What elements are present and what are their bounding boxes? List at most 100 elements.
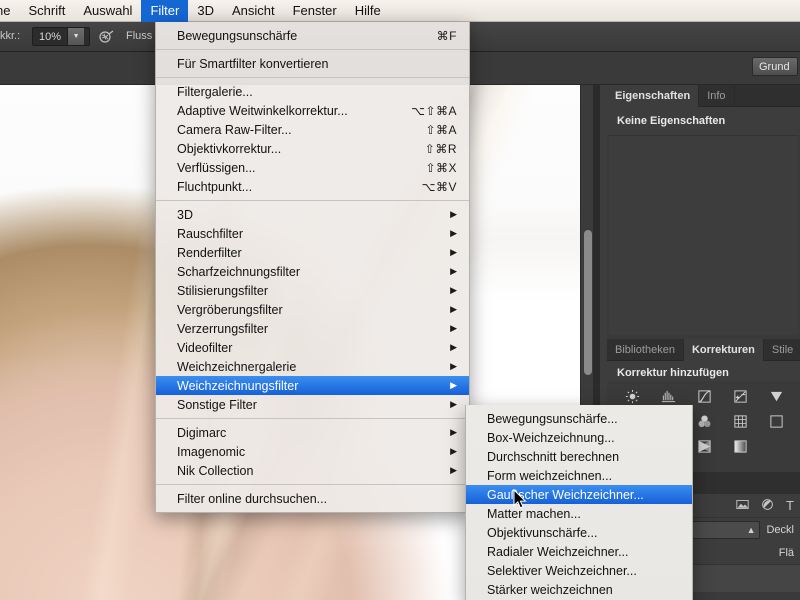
vibrance-icon[interactable]: [760, 387, 792, 406]
filter-menu-item[interactable]: Verflüssigen... ⇧⌘X: [156, 158, 469, 177]
tab-stile[interactable]: Stile: [764, 339, 800, 361]
filter-menu-item[interactable]: Scharfzeichnungsfilter ▶: [156, 262, 469, 281]
filter-menu-item-label: Imagenomic: [177, 444, 246, 459]
blur-submenu-item-label: Durchschnitt berechnen: [487, 449, 620, 464]
filter-menu-item[interactable]: Fluchtpunkt... ⌥⌘V: [156, 177, 469, 196]
filter-menu-item-label: Camera Raw-Filter...: [177, 122, 292, 137]
blur-submenu-item[interactable]: Selektiver Weichzeichner...: [466, 561, 692, 580]
filter-menu-item-label: Nik Collection: [177, 463, 254, 478]
filter-menu-item-label: Rauschfilter: [177, 226, 243, 241]
blur-submenu-item-label: Selektiver Weichzeichner...: [487, 563, 637, 578]
exposure-icon[interactable]: [724, 387, 756, 406]
tab-info[interactable]: Info: [699, 85, 735, 107]
filter-menu-item[interactable]: Verzerrungsfilter ▶: [156, 319, 469, 338]
menu-separator: [156, 77, 469, 78]
tab-bibliotheken[interactable]: Bibliotheken: [607, 339, 684, 361]
filter-menu-item-label: Scharfzeichnungsfilter: [177, 264, 300, 279]
posterize-icon[interactable]: [689, 437, 721, 456]
filter-menu-item[interactable]: Bewegungsunschärfe ⌘F: [156, 26, 469, 45]
blur-submenu-item[interactable]: Objektivunschärfe...: [466, 523, 692, 542]
filter-menu-item[interactable]: Imagenomic ▶: [156, 442, 469, 461]
filter-menu-item[interactable]: Adaptive Weitwinkelkorrektur... ⌥⇧⌘A: [156, 101, 469, 120]
menubar-item-fenster[interactable]: Fenster: [284, 0, 346, 22]
blur-submenu-item[interactable]: Durchschnitt berechnen: [466, 447, 692, 466]
blur-submenu-item[interactable]: Bewegungsunschärfe...: [466, 409, 692, 428]
blur-submenu-item-label: Form weichzeichnen...: [487, 468, 613, 483]
adjustments-heading: Korrektur hinzufügen: [617, 367, 729, 379]
flow-label: Fluss: [126, 30, 153, 42]
filter-menu-item[interactable]: Filtergalerie...: [156, 82, 469, 101]
blur-submenu-item[interactable]: Matter machen...: [466, 504, 692, 523]
submenu-arrow-icon: ▶: [450, 380, 457, 390]
menu-separator: [156, 418, 469, 419]
blur-submenu[interactable]: Bewegungsunschärfe... Box-Weichzeichnung.…: [465, 405, 693, 600]
menubar-item-schrift[interactable]: Schrift: [19, 0, 74, 22]
workspace-button[interactable]: Grund: [752, 57, 798, 76]
fill-label: Flä: [778, 547, 794, 559]
opacity-field[interactable]: 10% ▼: [32, 27, 90, 46]
filter-menu-item[interactable]: Renderfilter ▶: [156, 243, 469, 262]
filter-menu-item-label: Sonstige Filter: [177, 397, 257, 412]
brightness-contrast-icon[interactable]: [617, 387, 649, 406]
image-filter-icon[interactable]: [736, 498, 749, 514]
filter-menu-item[interactable]: Für Smartfilter konvertieren: [156, 54, 469, 73]
channel-mixer-icon[interactable]: [760, 412, 792, 431]
filter-menu-item-label: Vergröberungsfilter: [177, 302, 283, 317]
type-filter-icon[interactable]: T: [786, 498, 794, 513]
filter-menu-item[interactable]: Digimarc ▶: [156, 423, 469, 442]
menubar-item-hilfe[interactable]: Hilfe: [346, 0, 390, 22]
menu-item-shortcut: ⌘F: [436, 28, 457, 43]
opacity-value: 10%: [39, 30, 62, 43]
submenu-arrow-icon: ▶: [450, 427, 457, 437]
tab-eigenschaften[interactable]: Eigenschaften: [607, 85, 700, 107]
properties-panel-blank-area: [609, 135, 798, 335]
menubar-item-ne[interactable]: ne: [0, 0, 19, 22]
submenu-arrow-icon: ▶: [450, 342, 457, 352]
adjustments-panel-heading-wrap: Korrektur hinzufügen: [607, 361, 800, 381]
levels-icon[interactable]: [653, 387, 685, 406]
menu-item-shortcut: ⌥⌘V: [421, 179, 457, 194]
blur-submenu-item[interactable]: Gaußscher Weichzeichner...: [466, 485, 692, 504]
filter-menu-item[interactable]: Sonstige Filter ▶: [156, 395, 469, 414]
airbrush-icon[interactable]: [96, 27, 116, 47]
filter-menu-item[interactable]: Filter online durchsuchen...: [156, 489, 469, 508]
blur-submenu-item-label: Bewegungsunschärfe...: [487, 411, 618, 426]
blur-submenu-item[interactable]: Box-Weichzeichnung...: [466, 428, 692, 447]
submenu-arrow-icon: ▶: [450, 266, 457, 276]
filter-dropdown-menu[interactable]: Bewegungsunschärfe ⌘F Für Smartfilter konv…: [155, 22, 470, 513]
blur-submenu-item[interactable]: Form weichzeichnen...: [466, 466, 692, 485]
filter-menu-item[interactable]: Videofilter ▶: [156, 338, 469, 357]
gradient-map-icon[interactable]: [760, 437, 792, 456]
adjustment-filter-icon[interactable]: [761, 498, 774, 514]
menubar-item-ansicht[interactable]: Ansicht: [223, 0, 284, 22]
submenu-arrow-icon: ▶: [450, 247, 457, 257]
filter-menu-item[interactable]: Weichzeichnungsfilter ▶: [156, 376, 469, 395]
threshold-icon[interactable]: [724, 437, 756, 456]
blur-submenu-item-label: Radialer Weichzeichner...: [487, 544, 629, 559]
filter-menu-item[interactable]: Camera Raw-Filter... ⇧⌘A: [156, 120, 469, 139]
tab-korrekturen[interactable]: Korrekturen: [683, 339, 764, 361]
chevron-down-icon[interactable]: ▼: [67, 28, 85, 45]
menubar-item-auswahl[interactable]: Auswahl: [74, 0, 141, 22]
filter-menu-item[interactable]: Objektivkorrektur... ⇧⌘R: [156, 139, 469, 158]
filter-menu-item-label: Filter online durchsuchen...: [177, 491, 328, 506]
properties-empty-message: Keine Eigenschaften: [617, 115, 726, 127]
curves-icon[interactable]: [689, 387, 721, 406]
blur-submenu-item[interactable]: Stärker weichzeichnen: [466, 580, 692, 599]
black-white-icon[interactable]: [689, 412, 721, 431]
filter-menu-item[interactable]: Vergröberungsfilter ▶: [156, 300, 469, 319]
filter-menu-item[interactable]: 3D ▶: [156, 205, 469, 224]
submenu-arrow-icon: ▶: [450, 446, 457, 456]
filter-menu-item[interactable]: Nik Collection ▶: [156, 461, 469, 480]
blur-submenu-item-label: Gaußscher Weichzeichner...: [487, 487, 644, 502]
blur-submenu-item[interactable]: Radialer Weichzeichner...: [466, 542, 692, 561]
photo-filter-icon[interactable]: [724, 412, 756, 431]
filter-menu-item-label: Weichzeichnungsfilter: [177, 378, 299, 393]
menubar-item-filter[interactable]: Filter: [141, 0, 189, 22]
filter-menu-item[interactable]: Weichzeichnergalerie ▶: [156, 357, 469, 376]
filter-menu-item-label: Stilisierungsfilter: [177, 283, 269, 298]
filter-menu-item[interactable]: Stilisierungsfilter ▶: [156, 281, 469, 300]
scrollbar-thumb[interactable]: [584, 230, 592, 375]
filter-menu-item[interactable]: Rauschfilter ▶: [156, 224, 469, 243]
menubar-item-3d[interactable]: 3D: [188, 0, 223, 22]
